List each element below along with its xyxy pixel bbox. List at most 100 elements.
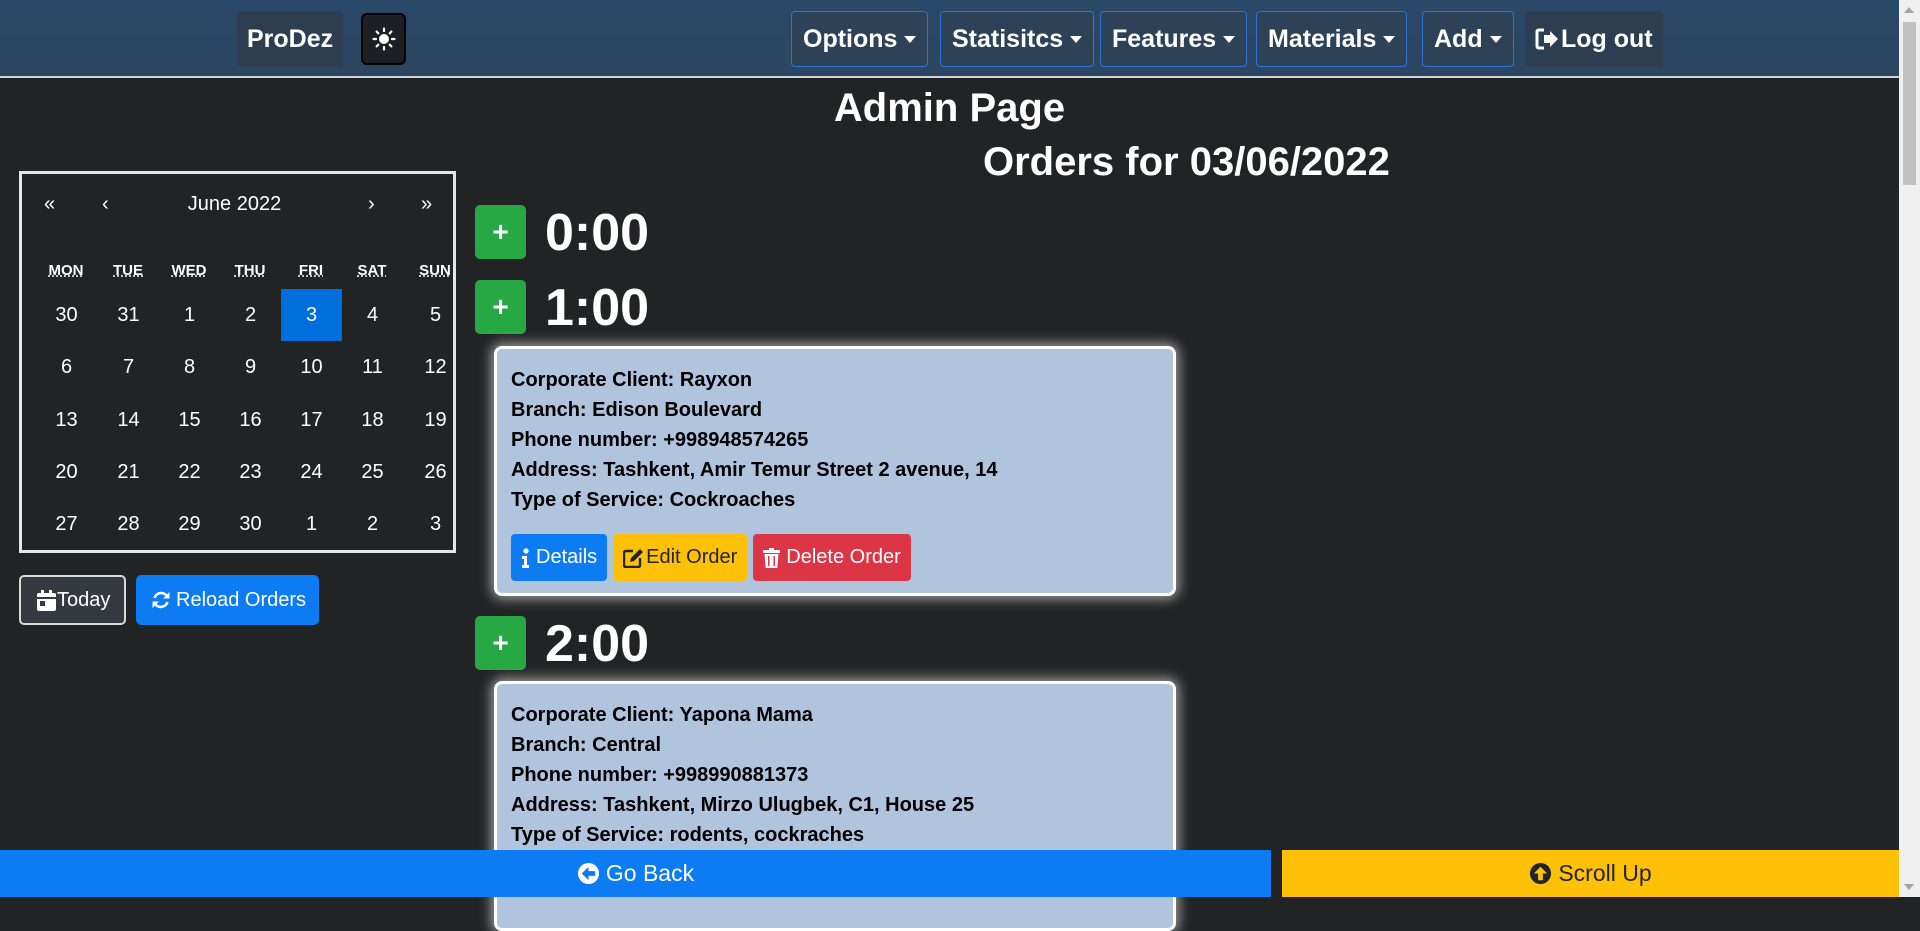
next-month-button[interactable]: ›	[368, 193, 375, 216]
calendar-month-label[interactable]: June 2022	[16, 193, 453, 216]
calendar-day[interactable]: 2	[220, 289, 281, 341]
add-order-button[interactable]: +	[475, 205, 526, 259]
caret-down-icon	[904, 35, 917, 43]
edit-order-button[interactable]: Edit Order	[613, 534, 748, 581]
next-year-button[interactable]: »	[421, 193, 432, 216]
hour-label: 1:00	[545, 279, 650, 337]
calendar-day[interactable]: 2	[342, 498, 403, 550]
calendar-day[interactable]: 24	[281, 446, 342, 498]
delete-order-label: Delete Order	[786, 546, 901, 568]
delete-order-button[interactable]: Delete Order	[753, 534, 911, 581]
arrow-circle-left-icon	[577, 862, 599, 885]
trash-icon	[763, 547, 781, 568]
weekday-label: SAT	[357, 262, 387, 279]
calendar-day[interactable]: 23	[220, 446, 281, 498]
add-order-button[interactable]: +	[475, 280, 526, 334]
calendar-day[interactable]: 6	[36, 341, 97, 393]
calendar-day-icon	[37, 589, 56, 611]
calendar-day[interactable]: 15	[159, 394, 220, 446]
calendar-day[interactable]: 14	[98, 394, 159, 446]
calendar-day[interactable]: 19	[405, 394, 466, 446]
caret-down-icon	[1070, 35, 1083, 43]
today-button[interactable]: Today	[19, 575, 126, 625]
scroll-up-arrow-icon[interactable]	[1904, 7, 1914, 13]
calendar-day[interactable]: 29	[159, 498, 220, 550]
calendar-day[interactable]: 20	[36, 446, 97, 498]
nav-materials-dropdown[interactable]: Materials	[1256, 11, 1408, 67]
nav-options-dropdown[interactable]: Options	[791, 11, 929, 67]
hour-label: 2:00	[545, 615, 650, 673]
calendar-day[interactable]: 3	[281, 289, 342, 341]
add-order-button[interactable]: +	[475, 616, 526, 670]
calendar-day[interactable]: 13	[36, 394, 97, 446]
sun-icon	[371, 27, 396, 51]
calendar-day[interactable]: 1	[159, 289, 220, 341]
order-address: Address: Tashkent, Amir Temur Street 2 a…	[511, 459, 998, 481]
weekday-label: WED	[171, 262, 207, 279]
go-back-button[interactable]: Go Back	[0, 850, 1271, 897]
calendar-day[interactable]: 30	[220, 498, 281, 550]
calendar-day[interactable]: 11	[342, 341, 403, 393]
calendar-day[interactable]: 18	[342, 394, 403, 446]
logout-button[interactable]: Log out	[1525, 11, 1663, 67]
page-scrollbar[interactable]	[1899, 0, 1920, 897]
theme-toggle-button[interactable]	[361, 13, 406, 65]
edit-icon	[623, 548, 644, 568]
calendar-day[interactable]: 8	[159, 341, 220, 393]
scroll-up-button[interactable]: Scroll Up	[1282, 850, 1899, 897]
order-actions: Details Edit Order Delete Order	[511, 534, 911, 581]
weekday-label: THU	[234, 262, 266, 279]
nav-materials-label: Materials	[1268, 24, 1377, 53]
logout-label: Log out	[1561, 24, 1653, 53]
calendar-day[interactable]: 16	[220, 394, 281, 446]
calendar-widget: « ‹ June 2022 › » MON TUE WED THU FRI SAT SUN …	[19, 171, 456, 553]
calendar-day[interactable]: 3	[405, 498, 466, 550]
calendar-day[interactable]: 27	[36, 498, 97, 550]
calendar-day[interactable]: 30	[36, 289, 97, 341]
calendar-day[interactable]: 7	[98, 341, 159, 393]
order-phone: Phone number: +998990881373	[511, 764, 809, 786]
calendar-day[interactable]: 12	[405, 341, 466, 393]
arrow-circle-up-icon	[1530, 862, 1552, 885]
scrollbar-thumb[interactable]	[1903, 22, 1916, 185]
calendar-day[interactable]: 22	[159, 446, 220, 498]
nav-options-label: Options	[803, 24, 898, 53]
calendar-day[interactable]: 25	[342, 446, 403, 498]
calendar-day[interactable]: 5	[405, 289, 466, 341]
calendar-day[interactable]: 31	[98, 289, 159, 341]
edit-order-label: Edit Order	[646, 546, 738, 568]
weekday-label: TUE	[113, 262, 143, 279]
calendar-day[interactable]: 26	[405, 446, 466, 498]
order-branch: Branch: Central	[511, 734, 662, 756]
top-navbar: ProDez Options Statisitcs Features Mater…	[0, 0, 1899, 78]
reload-orders-button[interactable]: Reload Orders	[136, 575, 319, 625]
orders-heading: Orders for 03/06/2022	[983, 140, 1390, 184]
calendar-day[interactable]: 28	[98, 498, 159, 550]
calendar-day[interactable]: 21	[98, 446, 159, 498]
weekday-label: FRI	[298, 262, 324, 279]
calendar-day[interactable]: 4	[342, 289, 403, 341]
brand-link[interactable]: ProDez	[237, 11, 344, 67]
calendar-day[interactable]: 17	[281, 394, 342, 446]
weekday-label: MON	[48, 262, 84, 279]
scroll-up-label: Scroll Up	[1558, 860, 1652, 886]
calendar-day[interactable]: 1	[281, 498, 342, 550]
nav-features-dropdown[interactable]: Features	[1100, 11, 1248, 67]
nav-add-dropdown[interactable]: Add	[1422, 11, 1514, 67]
details-button[interactable]: Details	[511, 534, 608, 581]
nav-features-label: Features	[1112, 24, 1217, 53]
order-client: Corporate Client: Yapona Mama	[511, 704, 813, 726]
order-branch: Branch: Edison Boulevard	[511, 399, 763, 421]
info-icon	[522, 547, 529, 568]
calendar-day[interactable]: 10	[281, 341, 342, 393]
scroll-down-arrow-icon[interactable]	[1904, 884, 1914, 890]
nav-statistics-dropdown[interactable]: Statisitcs	[940, 11, 1095, 67]
sync-icon	[152, 591, 170, 609]
order-address: Address: Tashkent, Mirzo Ulugbek, C1, Ho…	[511, 794, 975, 816]
order-client: Corporate Client: Rayxon	[511, 369, 753, 391]
order-phone: Phone number: +998948574265	[511, 429, 809, 451]
caret-down-icon	[1383, 35, 1396, 43]
order-service-type: Type of Service: rodents, cockraches	[511, 824, 865, 846]
calendar-day[interactable]: 9	[220, 341, 281, 393]
caret-down-icon	[1223, 35, 1236, 43]
